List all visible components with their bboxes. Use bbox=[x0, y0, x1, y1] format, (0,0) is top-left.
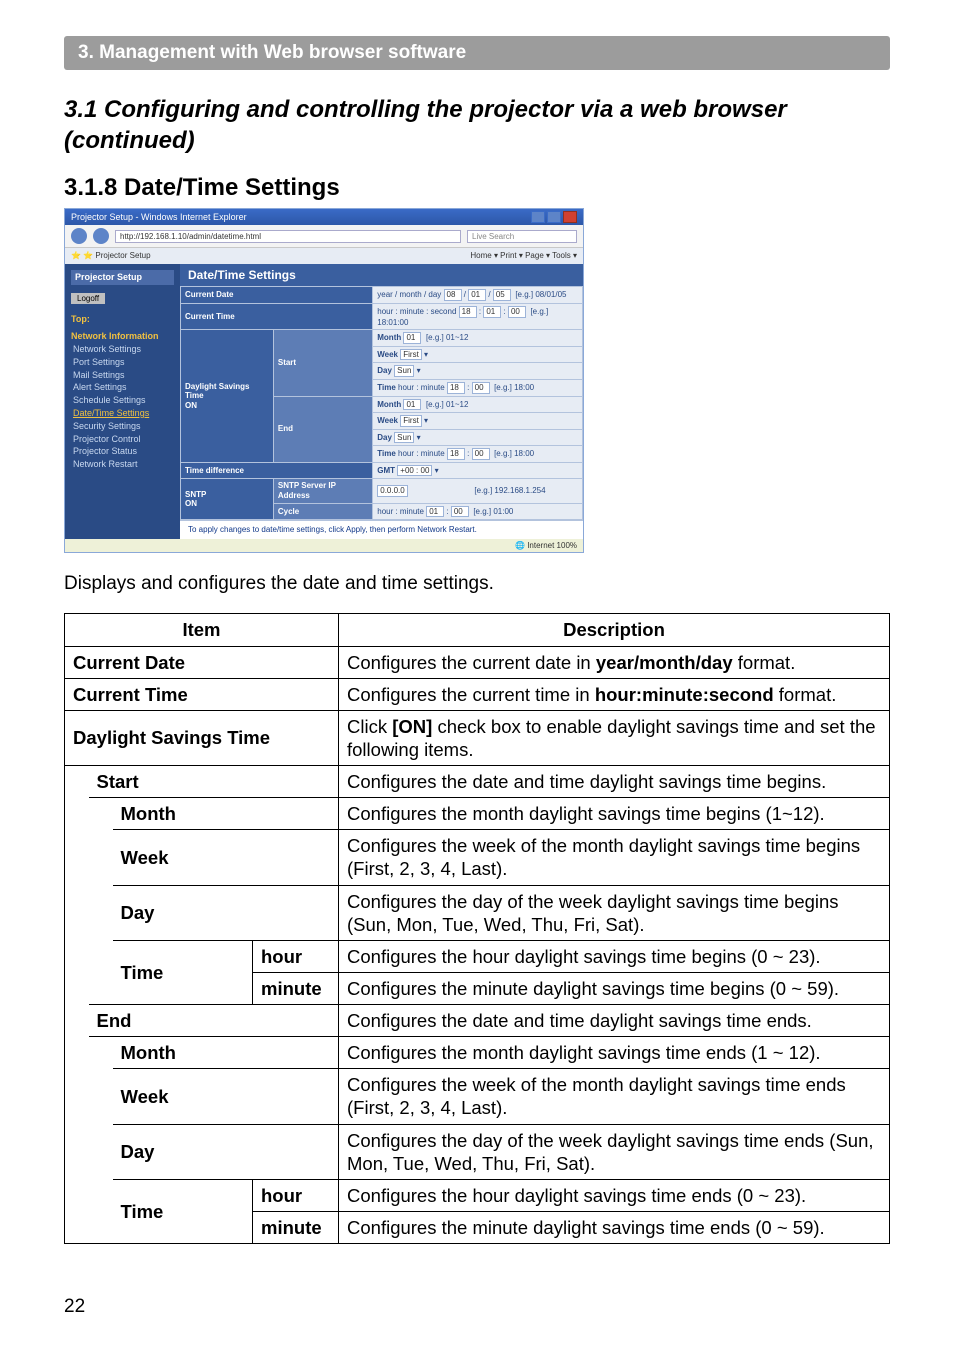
row-start-month-item: Month bbox=[113, 798, 339, 830]
row-end-item: End bbox=[89, 1005, 339, 1037]
th-item: Item bbox=[65, 614, 339, 646]
current-date-value[interactable]: year / month / day 08 / 01 / 05 [e.g.] 0… bbox=[373, 287, 583, 304]
row-end-time-minute: minute bbox=[253, 1211, 339, 1243]
row-end-month-item: Month bbox=[113, 1037, 339, 1069]
row-start-week-desc: Configures the week of the month dayligh… bbox=[339, 830, 890, 885]
row-start-day-desc: Configures the day of the week daylight … bbox=[339, 885, 890, 940]
timediff-label: Time difference bbox=[181, 462, 373, 479]
th-description: Description bbox=[339, 614, 890, 646]
window-title: Projector Setup - Windows Internet Explo… bbox=[71, 212, 247, 223]
row-end-time-hour-desc: Configures the hour daylight savings tim… bbox=[339, 1179, 890, 1211]
row-end-month-desc: Configures the month daylight savings ti… bbox=[339, 1037, 890, 1069]
row-end-week-desc: Configures the week of the month dayligh… bbox=[339, 1069, 890, 1124]
sidebar-item-alert-settings[interactable]: Alert Settings bbox=[73, 382, 174, 393]
row-start-item: Start bbox=[89, 766, 339, 798]
row-end-time-hour: hour bbox=[253, 1179, 339, 1211]
address-bar[interactable]: http://192.168.1.10/admin/datetime.html bbox=[115, 230, 461, 244]
row-start-time-hour-desc: Configures the hour daylight savings tim… bbox=[339, 940, 890, 972]
chapter-bar: 3. Management with Web browser software bbox=[64, 36, 890, 70]
browser-tab[interactable]: ⭐ ⭐ Projector Setup bbox=[71, 251, 151, 261]
row-dst-item: Daylight Savings Time bbox=[65, 710, 339, 765]
section-title: 3.1 Configuring and controlling the proj… bbox=[64, 94, 890, 156]
sidebar-item-projector-control[interactable]: Projector Control bbox=[73, 434, 174, 445]
window-controls bbox=[531, 211, 577, 223]
status-internet: 🌐 Internet 100% bbox=[515, 541, 577, 551]
dst-end-label: End bbox=[273, 396, 372, 462]
sidebar-item-mail-settings[interactable]: Mail Settings bbox=[73, 370, 174, 381]
sidebar: Projector Setup Logoff Top: Network Info… bbox=[65, 264, 180, 539]
logoff-button[interactable]: Logoff bbox=[71, 293, 105, 305]
browser-toolbar[interactable]: Home ▾ Print ▾ Page ▾ Tools ▾ bbox=[470, 251, 577, 261]
search-box[interactable]: Live Search bbox=[467, 230, 577, 244]
sidebar-item-port-settings[interactable]: Port Settings bbox=[73, 357, 174, 368]
sntp-cycle-value[interactable]: hour : minute 01 : 00 [e.g.] 01:00 bbox=[373, 503, 583, 520]
sidebar-item-network-settings[interactable]: Network Settings bbox=[73, 344, 174, 355]
dst-end-month[interactable]: Month 01 [e.g.] 01~12 bbox=[373, 396, 583, 413]
dst-start-time[interactable]: Time hour : minute 18 : 00 [e.g.] 18:00 bbox=[373, 379, 583, 396]
dst-label: Daylight Savings TimeON bbox=[181, 330, 274, 463]
current-time-value[interactable]: hour : minute : second 18 : 01 : 00 [e.g… bbox=[373, 303, 583, 329]
current-time-label: Current Time bbox=[181, 303, 373, 329]
sidebar-item-schedule-settings[interactable]: Schedule Settings bbox=[73, 395, 174, 406]
main-panel: Date/Time Settings Current Date year / m… bbox=[180, 264, 583, 539]
dst-start-day[interactable]: Day Sun ▾ bbox=[373, 363, 583, 380]
dst-end-time[interactable]: Time hour : minute 18 : 00 [e.g.] 18:00 bbox=[373, 446, 583, 463]
dst-start-month[interactable]: Month 01 [e.g.] 01~12 bbox=[373, 330, 583, 347]
row-end-time-minute-desc: Configures the minute daylight savings t… bbox=[339, 1211, 890, 1243]
sntp-server-label: SNTP Server IP Address bbox=[273, 479, 372, 503]
row-start-time-minute-desc: Configures the minute daylight savings t… bbox=[339, 972, 890, 1004]
row-start-week-item: Week bbox=[113, 830, 339, 885]
row-end-day-item: Day bbox=[113, 1124, 339, 1179]
row-current-time-item: Current Time bbox=[65, 678, 339, 710]
subsection-title: 3.1.8 Date/Time Settings bbox=[64, 174, 890, 202]
row-current-date-desc: Configures the current date in year/mont… bbox=[339, 646, 890, 678]
sidebar-item-network-restart[interactable]: Network Restart bbox=[73, 459, 174, 470]
dst-end-week[interactable]: Week First ▾ bbox=[373, 413, 583, 430]
dst-start-label: Start bbox=[273, 330, 372, 396]
settings-form-table: Current Date year / month / day 08 / 01 … bbox=[180, 286, 583, 520]
current-date-label: Current Date bbox=[181, 287, 373, 304]
sidebar-network-info[interactable]: Network Information bbox=[71, 331, 174, 342]
sidebar-item-security-settings[interactable]: Security Settings bbox=[73, 421, 174, 432]
timediff-value[interactable]: GMT +00 : 00 ▾ bbox=[373, 462, 583, 479]
sidebar-top-label: Top: bbox=[71, 314, 174, 325]
row-start-day-item: Day bbox=[113, 885, 339, 940]
row-start-time-item: Time bbox=[113, 940, 253, 1004]
main-header: Date/Time Settings bbox=[180, 264, 583, 286]
dst-start-week[interactable]: Week First ▾ bbox=[373, 346, 583, 363]
apply-note: To apply changes to date/time settings, … bbox=[180, 520, 583, 539]
forward-icon[interactable] bbox=[93, 228, 109, 244]
back-icon[interactable] bbox=[71, 228, 87, 244]
sntp-cycle-label: Cycle bbox=[273, 503, 372, 520]
row-start-desc: Configures the date and time daylight sa… bbox=[339, 766, 890, 798]
row-start-time-minute: minute bbox=[253, 972, 339, 1004]
row-end-time-item: Time bbox=[113, 1179, 253, 1243]
sidebar-item-projector-status[interactable]: Projector Status bbox=[73, 446, 174, 457]
row-end-day-desc: Configures the day of the week daylight … bbox=[339, 1124, 890, 1179]
intro-text: Displays and configures the date and tim… bbox=[64, 573, 890, 595]
row-start-month-desc: Configures the month daylight savings ti… bbox=[339, 798, 890, 830]
settings-screenshot: Projector Setup - Windows Internet Explo… bbox=[64, 208, 584, 553]
row-current-date-item: Current Date bbox=[65, 646, 339, 678]
sidebar-header: Projector Setup bbox=[71, 270, 174, 285]
sntp-server-value[interactable]: 0.0.0.0 [e.g.] 192.168.1.254 bbox=[373, 479, 583, 503]
dst-end-day[interactable]: Day Sun ▾ bbox=[373, 429, 583, 446]
row-end-desc: Configures the date and time daylight sa… bbox=[339, 1005, 890, 1037]
row-current-time-desc: Configures the current time in hour:minu… bbox=[339, 678, 890, 710]
row-end-week-item: Week bbox=[113, 1069, 339, 1124]
description-table: Item Description Current Date Configures… bbox=[64, 613, 890, 1244]
page-number: 22 bbox=[64, 1296, 85, 1318]
sidebar-item-datetime-settings[interactable]: Date/Time Settings bbox=[73, 408, 174, 419]
row-dst-desc: Click [ON] check box to enable daylight … bbox=[339, 710, 890, 765]
row-start-time-hour: hour bbox=[253, 940, 339, 972]
sntp-label: SNTPON bbox=[181, 479, 274, 520]
